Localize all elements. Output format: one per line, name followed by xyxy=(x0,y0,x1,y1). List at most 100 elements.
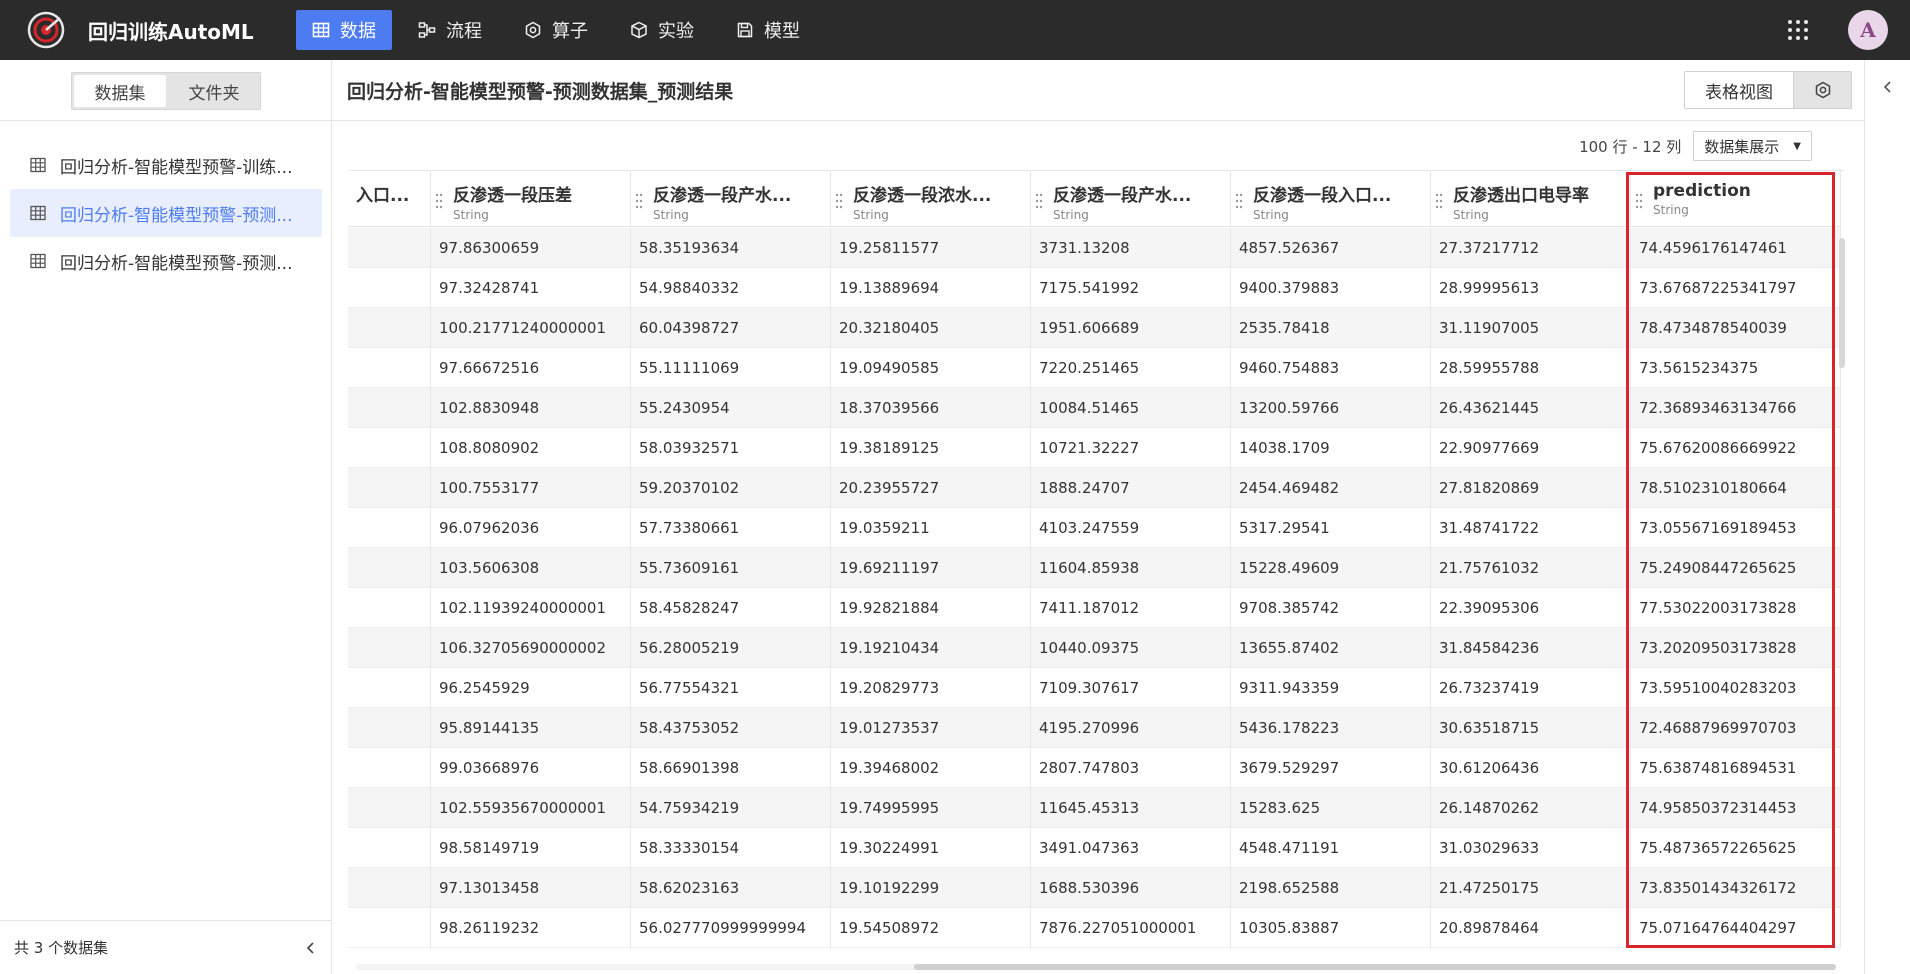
table-row[interactable]: 106.32705690000002 56.28005219 19.19210434… xyxy=(348,628,1841,668)
nav-experiment[interactable]: 实验 xyxy=(614,10,710,50)
prediction-cell: 74.95850372314453 xyxy=(1631,788,1841,828)
table-row[interactable]: 102.55935670000001 54.75934219 19.74995995… xyxy=(348,788,1841,828)
table-row[interactable]: 102.8830948 55.2430954 18.37039566 10084.51… xyxy=(348,388,1841,428)
table-row[interactable]: 100.7553177 59.20370102 20.23955727 1888.24… xyxy=(348,468,1841,508)
column-header[interactable]: 反渗透出口电导率 String xyxy=(1431,171,1631,227)
cube-icon xyxy=(631,21,647,39)
drag-handle-icon[interactable] xyxy=(835,193,843,209)
table-row[interactable]: 95.89144135 58.43753052 19.01273537 4195.27… xyxy=(348,708,1841,748)
table-cell xyxy=(348,348,431,388)
app-logo-icon[interactable] xyxy=(25,9,67,51)
nav-operator[interactable]: 算子 xyxy=(508,10,604,50)
table-row[interactable]: 97.13013458 58.62023163 19.10192299 1688.53… xyxy=(348,868,1841,908)
table-cell: 27.37217712 xyxy=(1431,228,1631,268)
table-cell: 58.62023163 xyxy=(631,868,831,908)
table-cell: 31.03029633 xyxy=(1431,828,1631,868)
table-row[interactable]: 100.21771240000001 60.04398727 20.32180405… xyxy=(348,308,1841,348)
table-cell: 2198.652588 xyxy=(1231,868,1431,908)
table-cell: 11604.85938 xyxy=(1031,548,1231,588)
table-cell: 106.32705690000002 xyxy=(431,628,631,668)
table-cell: 7220.251465 xyxy=(1031,348,1231,388)
table-cell: 9460.754883 xyxy=(1231,348,1431,388)
tab-folders[interactable]: 文件夹 xyxy=(168,73,260,109)
column-header-type: String xyxy=(1653,203,1689,217)
drag-handle-icon[interactable] xyxy=(635,193,643,209)
column-header-type: String xyxy=(1053,208,1089,222)
table-row[interactable]: 98.26119232 56.027770999999994 19.54508972… xyxy=(348,908,1841,948)
column-header[interactable]: prediction String xyxy=(1631,171,1841,227)
drag-handle-icon[interactable] xyxy=(1635,193,1643,209)
table-cell: 95.89144135 xyxy=(431,708,631,748)
sidebar-segment-switch: 数据集 文件夹 xyxy=(71,72,261,110)
table-cell: 18.37039566 xyxy=(831,388,1031,428)
nav-flow[interactable]: 流程 xyxy=(402,10,498,50)
column-header[interactable]: 反渗透一段入口... String xyxy=(1231,171,1431,227)
horizontal-scrollbar[interactable] xyxy=(348,960,1844,974)
prediction-cell: 73.20209503173828 xyxy=(1631,628,1841,668)
table-row[interactable]: 96.2545929 56.77554321 19.20829773 7109.307… xyxy=(348,668,1841,708)
right-panel xyxy=(1864,60,1910,974)
column-header-type: String xyxy=(653,208,689,222)
table-cell: 26.73237419 xyxy=(1431,668,1631,708)
table-cell: 10084.51465 xyxy=(1031,388,1231,428)
table-cell: 20.32180405 xyxy=(831,308,1031,348)
nav-operator-label: 算子 xyxy=(552,21,588,42)
apps-grid-icon[interactable] xyxy=(1786,18,1810,42)
column-header-name: 反渗透一段入口... xyxy=(1253,186,1392,206)
drag-handle-icon[interactable] xyxy=(1035,193,1043,209)
table-row[interactable]: 108.8080902 58.03932571 19.38189125 10721.3… xyxy=(348,428,1841,468)
table-row[interactable]: 97.66672516 55.11111069 19.09490585 7220.25… xyxy=(348,348,1841,388)
table-cell: 21.75761032 xyxy=(1431,548,1631,588)
table-cell: 10305.83887 xyxy=(1231,908,1431,948)
drag-handle-icon[interactable] xyxy=(435,193,443,209)
dataset-item[interactable]: 回归分析-智能模型预警-预测... xyxy=(10,237,322,285)
settings-button[interactable] xyxy=(1793,72,1851,108)
table-cell: 10440.09375 xyxy=(1031,628,1231,668)
column-header-name: 反渗透一段压差 xyxy=(453,186,572,206)
data-table[interactable]: 入口... 反渗透一段压差 String 反渗透一段产水... String 反渗透一段浓… xyxy=(348,170,1844,960)
table-row[interactable]: 97.32428741 54.98840332 19.13889694 7175.54… xyxy=(348,268,1841,308)
column-header-type: String xyxy=(1453,208,1489,222)
column-header[interactable]: 反渗透一段浓水... String xyxy=(831,171,1031,227)
column-header[interactable]: 入口... xyxy=(348,171,431,227)
table-row[interactable]: 103.5606308 55.73609161 19.69211197 11604.8… xyxy=(348,548,1841,588)
drag-handle-icon[interactable] xyxy=(1235,193,1243,209)
table-cell: 57.73380661 xyxy=(631,508,831,548)
table-cell xyxy=(348,228,431,268)
table-cell xyxy=(348,868,431,908)
dataset-item-selected[interactable]: 回归分析-智能模型预警-预测... xyxy=(10,189,322,237)
horizontal-scroll-thumb[interactable] xyxy=(914,964,1836,970)
nav-model[interactable]: 模型 xyxy=(720,10,816,50)
table-row[interactable]: 98.58149719 58.33330154 19.30224991 3491.04… xyxy=(348,828,1841,868)
column-header[interactable]: 反渗透一段产水... String xyxy=(631,171,831,227)
nav-data[interactable]: 数据 xyxy=(296,10,392,50)
avatar[interactable]: A xyxy=(1848,10,1888,50)
table-cell: 19.13889694 xyxy=(831,268,1031,308)
table-icon xyxy=(30,157,46,173)
table-cell: 4857.526367 xyxy=(1231,228,1431,268)
table-row[interactable]: 96.07962036 57.73380661 19.0359211 4103.247… xyxy=(348,508,1841,548)
vertical-scroll-thumb[interactable] xyxy=(1839,238,1845,368)
display-mode-select[interactable]: 数据集展示 ▼ xyxy=(1693,131,1812,161)
chevron-left-icon[interactable] xyxy=(304,941,318,955)
table-cell: 4195.270996 xyxy=(1031,708,1231,748)
dataset-item-label: 回归分析-智能模型预警-训练... xyxy=(60,157,293,178)
table-cell xyxy=(348,508,431,548)
table-row[interactable]: 102.11939240000001 58.45828247 19.92821884… xyxy=(348,588,1841,628)
table-cell: 10721.32227 xyxy=(1031,428,1231,468)
vertical-scrollbar[interactable] xyxy=(1838,170,1846,960)
sidebar-footer: 共 3 个数据集 xyxy=(0,920,332,974)
column-header[interactable]: 反渗透一段压差 String xyxy=(431,171,631,227)
prediction-cell: 75.07164764404297 xyxy=(1631,908,1841,948)
table-row[interactable]: 97.86300659 58.35193634 19.25811577 3731.13… xyxy=(348,228,1841,268)
table-view-button[interactable]: 表格视图 xyxy=(1685,72,1793,108)
table-row[interactable]: 99.03668976 58.66901398 19.39468002 2807.74… xyxy=(348,748,1841,788)
tab-datasets[interactable]: 数据集 xyxy=(74,75,166,107)
column-header[interactable]: 反渗透一段产水... String xyxy=(1031,171,1231,227)
dataset-list: 回归分析-智能模型预警-训练... 回归分析-智能模型预警-预测... 回归分析… xyxy=(10,141,322,285)
drag-handle-icon[interactable] xyxy=(1435,193,1443,209)
table-cell xyxy=(348,628,431,668)
chevron-left-icon[interactable] xyxy=(1881,80,1895,94)
page-title: 回归分析-智能模型预警-预测数据集_预测结果 xyxy=(347,80,734,103)
dataset-item[interactable]: 回归分析-智能模型预警-训练... xyxy=(10,141,322,189)
